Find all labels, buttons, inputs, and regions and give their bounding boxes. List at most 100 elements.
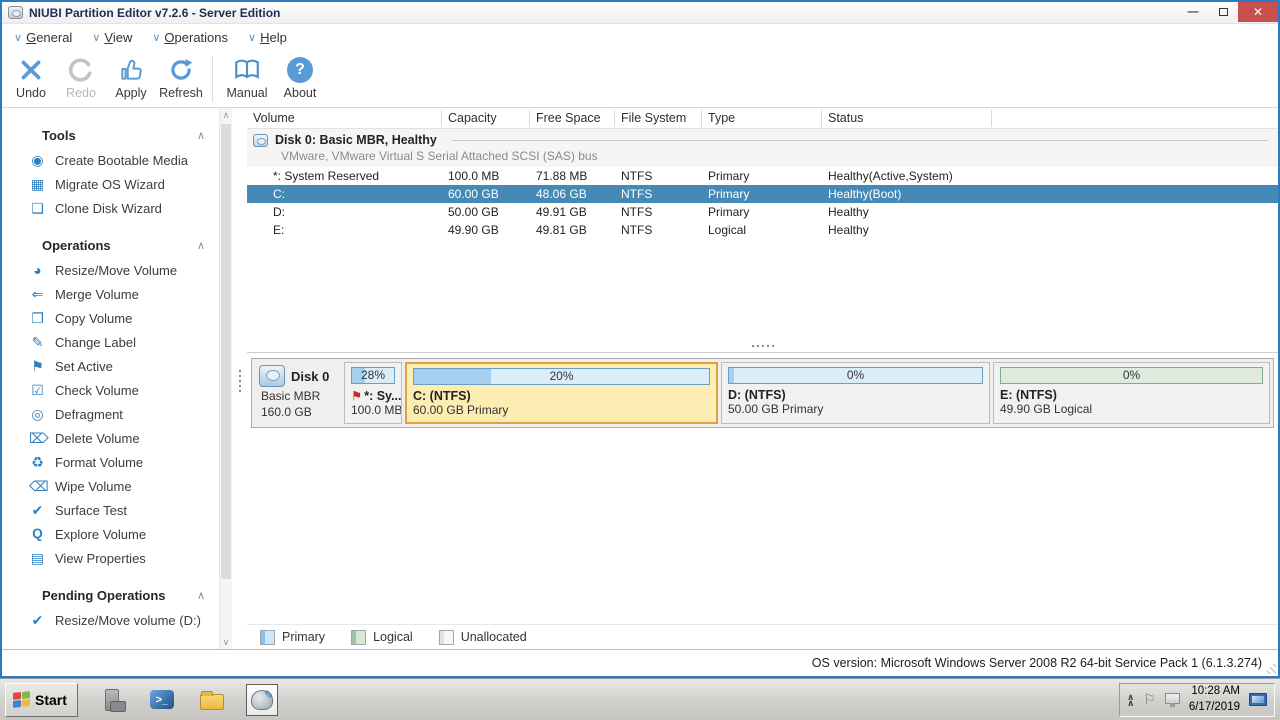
sidebar: Tools∧ ◉Create Bootable Media ▦Migrate O… — [2, 108, 232, 649]
sidebar-item-set-active[interactable]: ⚑Set Active — [2, 354, 219, 378]
menu-view[interactable]: ∨View — [92, 30, 132, 45]
scroll-down-icon[interactable]: ∨ — [220, 635, 232, 649]
resize-grip[interactable] — [1263, 661, 1276, 674]
sidebar-item-merge-volume[interactable]: ⇐Merge Volume — [2, 282, 219, 306]
system-tray: ∧∧ ⚐ 10:28 AM 6/17/2019 — [1119, 683, 1275, 717]
maximize-button[interactable] — [1208, 2, 1238, 22]
sidebar-item-migrate-os-wizard[interactable]: ▦Migrate OS Wizard — [2, 172, 219, 196]
sidebar-splitter[interactable] — [232, 108, 247, 649]
partition-block-system-reserved[interactable]: 28% ⚑*: Sy... 100.0 MB — [344, 362, 402, 424]
delete-icon: ⌦ — [29, 431, 46, 445]
windows-logo-icon — [13, 691, 30, 708]
server-icon — [105, 689, 119, 711]
sidebar-item-format-volume[interactable]: ♻Format Volume — [2, 450, 219, 474]
usage-bar: 0% — [1000, 367, 1263, 384]
partition-block-e[interactable]: 0% E: (NTFS) 49.90 GB Logical — [993, 362, 1270, 424]
app-icon — [8, 6, 23, 19]
sidebar-item-delete-volume[interactable]: ⌦Delete Volume — [2, 426, 219, 450]
app-window: NIUBI Partition Editor v7.2.6 - Server E… — [0, 0, 1280, 678]
disk-group-row[interactable]: Disk 0: Basic MBR, Healthy VMware, VMwar… — [247, 129, 1278, 167]
column-header-free-space[interactable]: Free Space — [530, 110, 615, 127]
sidebar-item-resize-move-volume[interactable]: ◕Resize/Move Volume — [2, 258, 219, 282]
chevron-up-icon: ∧ — [197, 129, 205, 142]
partition-block-d[interactable]: 0% D: (NTFS) 50.00 GB Primary — [721, 362, 990, 424]
sidebar-item-create-bootable-media[interactable]: ◉Create Bootable Media — [2, 148, 219, 172]
maximize-icon — [1219, 8, 1228, 16]
sidebar-scrollbar[interactable]: ∧ ∨ — [219, 108, 232, 649]
quick-launch: >_ — [96, 684, 278, 716]
content-area: Tools∧ ◉Create Bootable Media ▦Migrate O… — [2, 108, 1278, 649]
section-header-pending-operations[interactable]: Pending Operations∧ — [42, 584, 205, 606]
menu-general[interactable]: ∨General — [14, 30, 72, 45]
properties-icon: ▤ — [29, 551, 46, 565]
section-header-operations[interactable]: Operations∧ — [42, 234, 205, 256]
explorer-taskbar-icon[interactable] — [196, 684, 228, 716]
pending-operation-item[interactable]: ✔Resize/Move volume (D:) — [2, 608, 219, 632]
column-header-file-system[interactable]: File System — [615, 110, 702, 127]
table-row-system-reserved[interactable]: *: System Reserved 100.0 MB 71.88 MB NTF… — [247, 167, 1278, 185]
scrollbar-thumb[interactable] — [221, 124, 231, 579]
remote-desktop-tray-icon[interactable] — [1249, 693, 1267, 706]
book-icon — [219, 54, 275, 86]
start-button[interactable]: Start — [5, 683, 78, 717]
menu-help[interactable]: ∨Help — [248, 30, 287, 45]
title-bar: NIUBI Partition Editor v7.2.6 - Server E… — [2, 2, 1278, 24]
show-hidden-icons-chevron[interactable]: ∧∧ — [1127, 694, 1134, 706]
window-controls: — ✕ — [1178, 2, 1278, 22]
section-header-tools[interactable]: Tools∧ — [42, 124, 205, 146]
manual-button[interactable]: Manual — [219, 54, 275, 100]
sidebar-item-change-label[interactable]: ✎Change Label — [2, 330, 219, 354]
chevron-down-icon: ∨ — [152, 31, 160, 44]
refresh-button[interactable]: Refresh — [156, 54, 206, 100]
column-header-status[interactable]: Status — [822, 110, 992, 127]
apply-button[interactable]: Apply — [106, 54, 156, 100]
powershell-icon: >_ — [150, 690, 174, 709]
network-tray-icon[interactable] — [1165, 693, 1180, 704]
splitter-handle-icon[interactable] — [239, 370, 241, 392]
powershell-taskbar-icon[interactable]: >_ — [146, 684, 178, 716]
scroll-up-icon[interactable]: ∧ — [220, 108, 232, 122]
column-header-capacity[interactable]: Capacity — [442, 110, 530, 127]
table-row-c-selected[interactable]: C: 60.00 GB 48.06 GB NTFS Primary Health… — [247, 185, 1278, 203]
menu-bar: ∨General ∨View ∨Operations ∨Help — [2, 24, 1278, 50]
close-button[interactable]: ✕ — [1238, 2, 1278, 22]
niubi-taskbar-icon-active[interactable] — [246, 684, 278, 716]
column-header-volume[interactable]: Volume — [247, 110, 442, 127]
chevron-down-icon: ∨ — [92, 31, 100, 44]
os-version-text: OS version: Microsoft Windows Server 200… — [812, 656, 1262, 670]
sidebar-item-explore-volume[interactable]: QExplore Volume — [2, 522, 219, 546]
sidebar-item-clone-disk-wizard[interactable]: ❏Clone Disk Wizard — [2, 196, 219, 220]
sidebar-item-wipe-volume[interactable]: ⌫Wipe Volume — [2, 474, 219, 498]
about-button[interactable]: ? About — [275, 54, 325, 100]
sidebar-item-copy-volume[interactable]: ❐Copy Volume — [2, 306, 219, 330]
active-flag-icon: ⚑ — [351, 389, 362, 403]
sidebar-item-check-volume[interactable]: ☑Check Volume — [2, 378, 219, 402]
copy-icon: ❐ — [29, 311, 46, 325]
taskbar-clock[interactable]: 10:28 AM 6/17/2019 — [1189, 684, 1240, 715]
table-empty-space — [247, 239, 1278, 352]
disc-icon: ◉ — [29, 153, 46, 167]
undo-icon — [6, 54, 56, 86]
redo-button[interactable]: Redo — [56, 54, 106, 100]
minimize-button[interactable]: — — [1178, 2, 1208, 22]
menu-operations[interactable]: ∨Operations — [152, 30, 228, 45]
chevron-down-icon: ∨ — [248, 31, 256, 44]
table-row-d[interactable]: D: 50.00 GB 49.91 GB NTFS Primary Health… — [247, 203, 1278, 221]
action-center-flag-icon[interactable]: ⚐ — [1143, 691, 1156, 708]
server-manager-taskbar-icon[interactable] — [96, 684, 128, 716]
column-header-type[interactable]: Type — [702, 110, 822, 127]
toolbar-separator — [212, 56, 213, 102]
sidebar-item-surface-test[interactable]: ✔Surface Test — [2, 498, 219, 522]
main-panel: Volume Capacity Free Space File System T… — [247, 108, 1278, 649]
sidebar-item-view-properties[interactable]: ▤View Properties — [2, 546, 219, 570]
disk-0-info[interactable]: Disk 0 Basic MBR 160.0 GB — [255, 362, 341, 424]
undo-button[interactable]: Undo — [6, 54, 56, 100]
horizontal-splitter-handle[interactable] — [752, 345, 774, 347]
partition-block-c-selected[interactable]: 20% C: (NTFS) 60.00 GB Primary — [405, 362, 718, 424]
sidebar-item-defragment[interactable]: ◎Defragment — [2, 402, 219, 426]
table-row-e[interactable]: E: 49.90 GB 49.81 GB NTFS Logical Health… — [247, 221, 1278, 239]
usage-bar: 20% — [413, 368, 710, 385]
column-header-empty — [992, 110, 1278, 127]
disk-group-subtitle: VMware, VMware Virtual S Serial Attached… — [253, 149, 1278, 163]
legend-logical: Logical — [351, 630, 413, 645]
